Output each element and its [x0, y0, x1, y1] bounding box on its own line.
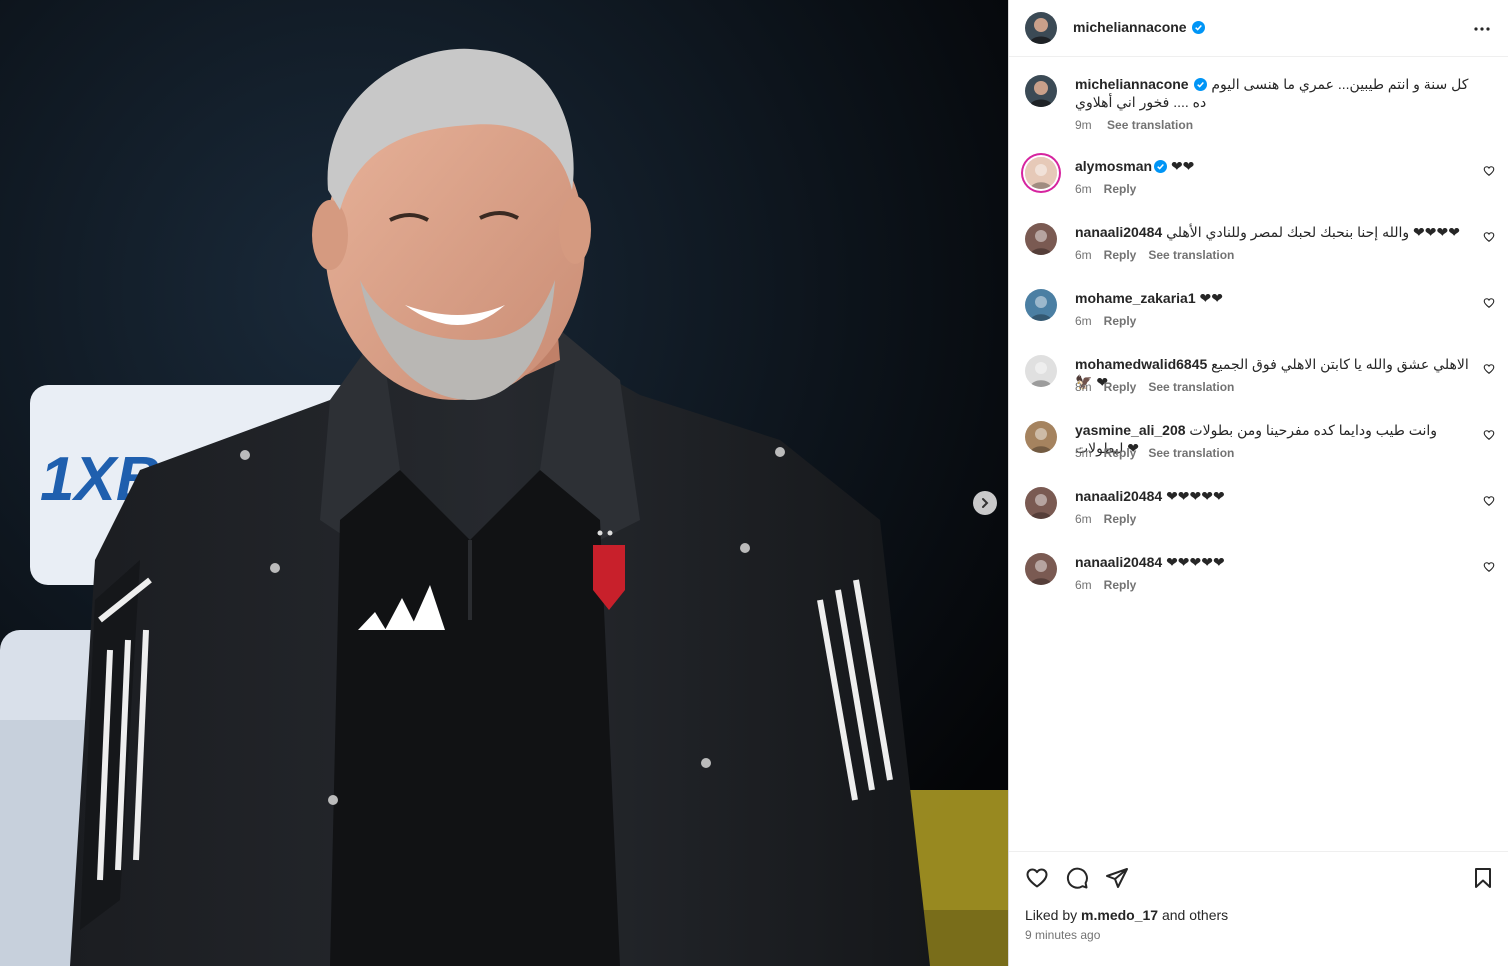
comment-body: nanaali20484 ❤❤❤❤❤ [1075, 487, 1475, 505]
comment-body: alymosman ❤❤ [1075, 157, 1475, 175]
comment-meta: 6m Reply [1075, 512, 1148, 526]
comment-like-icon[interactable] [1483, 495, 1495, 507]
caption-meta: 9m See translation [1075, 118, 1205, 132]
comment-body: nanaali20484 ❤❤❤❤❤ [1075, 553, 1475, 571]
likes-prefix: Liked by [1025, 907, 1078, 923]
author-avatar[interactable] [1025, 75, 1057, 107]
comment-item: nanaali20484 والله إحنا بنحبك لحبك لمصر … [1025, 223, 1495, 273]
comment-meta: 6m Reply [1075, 314, 1148, 328]
comment-time: 8m [1075, 380, 1092, 394]
comment-time: 5m [1075, 446, 1092, 460]
comment-item: alymosman ❤❤ 6m Reply [1025, 157, 1495, 207]
commenter-avatar[interactable] [1025, 553, 1057, 585]
comment-like-icon[interactable] [1483, 165, 1495, 177]
post-panel: micheliannacone micheliannacone كل سنة و… [1008, 0, 1508, 966]
comment-text: ❤❤ [1199, 290, 1223, 306]
commenter-avatar[interactable] [1025, 421, 1057, 453]
comment-meta: 8m Reply See translation [1075, 380, 1246, 394]
commenter-avatar[interactable] [1025, 355, 1057, 387]
commenter-username[interactable]: alymosman [1075, 158, 1152, 174]
reply-button[interactable]: Reply [1104, 446, 1137, 460]
commenter-username[interactable]: nanaali20484 [1075, 488, 1162, 504]
commenter-username[interactable]: yasmine_ali_208 [1075, 422, 1186, 438]
likes-summary: Liked by m.medo_17 and others [1025, 907, 1228, 923]
commenter-username[interactable]: mohame_zakaria1 [1075, 290, 1196, 306]
commenter-username[interactable]: nanaali20484 [1075, 554, 1162, 570]
verified-badge-icon [1154, 160, 1168, 173]
comment-item: mohamedwalid6845 الاهلي عشق والله يا كاب… [1025, 355, 1495, 405]
comment-meta: 6m Reply [1075, 578, 1148, 592]
heart-icon[interactable] [1025, 866, 1049, 890]
likes-suffix[interactable]: and others [1162, 907, 1228, 923]
comment-time: 6m [1075, 248, 1092, 262]
comment-like-icon[interactable] [1483, 297, 1495, 309]
comment-text: ❤❤❤❤❤ [1166, 554, 1225, 570]
post-media: 1XB [0, 0, 1008, 966]
commenter-avatar[interactable] [1025, 223, 1057, 255]
comment-time: 6m [1075, 314, 1092, 328]
comment-text: ❤❤❤❤❤ [1166, 488, 1225, 504]
post-photo: 1XB [0, 0, 1008, 966]
comment-body: mohame_zakaria1 ❤❤ [1075, 289, 1475, 307]
see-translation-link[interactable]: See translation [1148, 380, 1234, 394]
comment-meta: 5m Reply See translation [1075, 446, 1246, 460]
caption-body: micheliannacone كل سنة و انتم طيبين... ع… [1075, 75, 1475, 111]
comment-time: 6m [1075, 512, 1092, 526]
next-slide-button[interactable] [973, 491, 997, 515]
reply-button[interactable]: Reply [1104, 380, 1137, 394]
liked-by-user[interactable]: m.medo_17 [1081, 907, 1158, 923]
caption-username[interactable]: micheliannacone [1075, 76, 1189, 92]
comment-item: nanaali20484 ❤❤❤❤❤ 6m Reply [1025, 487, 1495, 537]
comment-text: ❤❤ [1170, 158, 1195, 174]
commenter-username[interactable]: nanaali20484 [1075, 224, 1162, 240]
reply-button[interactable]: Reply [1104, 248, 1137, 262]
comment-like-icon[interactable] [1483, 363, 1495, 375]
comment-icon[interactable] [1065, 866, 1089, 890]
commenter-avatar[interactable] [1025, 487, 1057, 519]
comment-item: nanaali20484 ❤❤❤❤❤ 6m Reply [1025, 553, 1495, 603]
author-avatar[interactable] [1025, 12, 1057, 44]
comment-time: 6m [1075, 578, 1092, 592]
comment-time: 6m [1075, 182, 1092, 196]
see-translation-link[interactable]: See translation [1148, 446, 1234, 460]
comment-like-icon[interactable] [1483, 561, 1495, 573]
verified-badge-icon [1192, 21, 1206, 34]
reply-button[interactable]: Reply [1104, 578, 1137, 592]
action-bar: Liked by m.medo_17 and others 9 minutes … [1009, 851, 1508, 966]
commenter-avatar[interactable] [1025, 157, 1057, 189]
bookmark-icon[interactable] [1471, 866, 1495, 890]
instagram-post: 1XB micheliannacone micheliannacone كل س… [0, 0, 1508, 966]
commenter-avatar[interactable] [1025, 289, 1057, 321]
comment-text: والله إحنا بنحبك لحبك لمصر وللنادي الأهل… [1166, 224, 1460, 240]
author-username[interactable]: micheliannacone [1073, 19, 1187, 35]
caption: micheliannacone كل سنة و انتم طيبين... ع… [1025, 75, 1495, 145]
comment-like-icon[interactable] [1483, 231, 1495, 243]
more-options-icon[interactable] [1473, 20, 1491, 38]
post-header: micheliannacone [1009, 0, 1508, 57]
see-translation-link[interactable]: See translation [1148, 248, 1234, 262]
author-name-row: micheliannacone [1073, 19, 1206, 35]
see-translation-link[interactable]: See translation [1107, 118, 1193, 132]
caption-time: 9m [1075, 118, 1092, 132]
chevron-right-icon [982, 498, 989, 508]
comment-body: nanaali20484 والله إحنا بنحبك لحبك لمصر … [1075, 223, 1475, 241]
comment-like-icon[interactable] [1483, 429, 1495, 441]
commenter-username[interactable]: mohamedwalid6845 [1075, 356, 1207, 372]
comment-meta: 6m Reply [1075, 182, 1148, 196]
send-icon[interactable] [1105, 866, 1129, 890]
reply-button[interactable]: Reply [1104, 182, 1137, 196]
comment-item: yasmine_ali_208 وانت طيب ودايما كده مفرح… [1025, 421, 1495, 471]
reply-button[interactable]: Reply [1104, 512, 1137, 526]
post-timestamp: 9 minutes ago [1025, 928, 1101, 942]
comments-list: micheliannacone كل سنة و انتم طيبين... ع… [1009, 58, 1508, 850]
reply-button[interactable]: Reply [1104, 314, 1137, 328]
comment-item: mohame_zakaria1 ❤❤ 6m Reply [1025, 289, 1495, 339]
verified-badge-icon [1194, 78, 1208, 91]
comment-meta: 6m Reply See translation [1075, 248, 1246, 262]
